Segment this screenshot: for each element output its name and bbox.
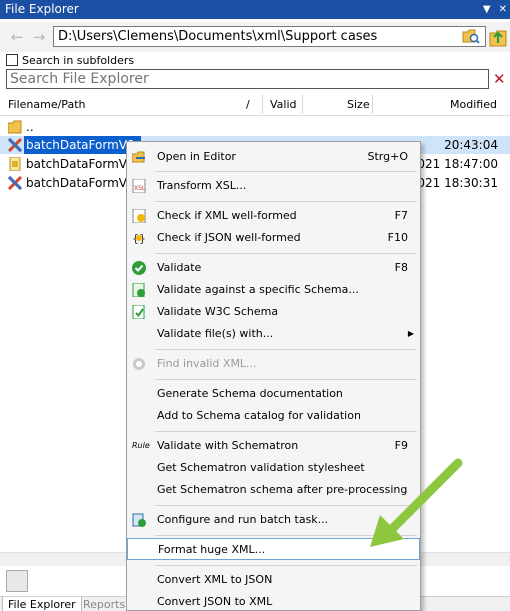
schematron-rule-icon: Rule bbox=[132, 441, 150, 450]
xml-file-icon bbox=[7, 137, 23, 153]
subfolder-checkbox[interactable] bbox=[6, 54, 18, 66]
xsd-file-icon bbox=[8, 156, 22, 172]
wellformed-icon bbox=[132, 208, 146, 224]
json-braces-icon: {} bbox=[132, 231, 146, 245]
path-input[interactable]: D:\Users\Clemens\Documents\xml\Support c… bbox=[53, 26, 486, 47]
menu-item-batch-task[interactable]: Configure and run batch task... bbox=[127, 509, 420, 531]
menu-item-validate-w3c[interactable]: Validate W3C Schema bbox=[127, 301, 420, 323]
col-filename[interactable]: Filename/Path bbox=[8, 98, 85, 111]
file-modified: 20:43:04 bbox=[444, 138, 498, 152]
subfolder-label: Search in subfolders bbox=[22, 53, 135, 67]
menu-item-check-json[interactable]: {} Check if JSON well-formed F10 bbox=[127, 227, 420, 249]
menu-item-validate[interactable]: Validate F8 bbox=[127, 257, 420, 279]
browse-folder-icon[interactable] bbox=[462, 28, 480, 44]
clear-search-icon[interactable]: ✕ bbox=[493, 71, 506, 87]
panel-title: File Explorer bbox=[5, 2, 79, 16]
tab-reports[interactable]: Reports bbox=[78, 597, 130, 611]
xml-file-icon bbox=[7, 175, 23, 191]
menu-item-check-xml[interactable]: Check if XML well-formed F7 bbox=[127, 205, 420, 227]
file-name: batchDataFormV8- bbox=[24, 136, 141, 154]
menu-item-xml-to-json[interactable]: Convert XML to JSON bbox=[127, 569, 420, 591]
svg-text:XSL: XSL bbox=[134, 185, 146, 192]
back-arrow-icon[interactable]: ← bbox=[8, 28, 26, 46]
find-invalid-icon bbox=[132, 357, 146, 371]
col-size[interactable]: Size bbox=[347, 98, 370, 111]
forward-arrow-icon[interactable]: → bbox=[30, 28, 48, 46]
submenu-arrow-icon: ▶ bbox=[407, 329, 414, 338]
file-name: batchDataFormV8- bbox=[26, 176, 139, 190]
path-toolbar: ← → D:\Users\Clemens\Documents\xml\Suppo… bbox=[0, 22, 510, 52]
open-folder-icon bbox=[131, 150, 146, 164]
file-name: .. bbox=[26, 120, 34, 134]
menu-item-add-schema-catalog[interactable]: Add to Schema catalog for validation bbox=[127, 405, 420, 427]
search-box[interactable] bbox=[6, 69, 489, 89]
menu-item-format-huge-xml[interactable]: Format huge XML... bbox=[127, 538, 420, 560]
col-modified[interactable]: Modified bbox=[450, 98, 497, 111]
menu-item-open-in-editor[interactable]: Open in Editor Strg+O bbox=[127, 146, 420, 168]
menu-item-schematron-preprocessed[interactable]: Get Schematron schema after pre-processi… bbox=[127, 479, 420, 501]
batch-task-icon bbox=[132, 513, 146, 527]
context-menu: Open in Editor Strg+O XSL Transform XSL.… bbox=[126, 141, 421, 611]
file-name: batchDataFormV8- bbox=[26, 157, 139, 171]
list-item[interactable]: .. bbox=[0, 118, 510, 136]
menu-item-validate-with[interactable]: Validate file(s) with... ▶ bbox=[127, 323, 420, 345]
close-icon[interactable]: ✕ bbox=[499, 0, 507, 19]
menu-item-validate-specific-schema[interactable]: Validate against a specific Schema... bbox=[127, 279, 420, 301]
path-toggle-icon[interactable]: / bbox=[246, 98, 250, 111]
search-input[interactable] bbox=[10, 70, 488, 88]
folder-icon bbox=[7, 120, 22, 134]
schema-check-icon bbox=[132, 282, 146, 298]
subfolder-option[interactable]: Search in subfolders bbox=[6, 52, 134, 68]
menu-item-transform-xsl[interactable]: XSL Transform XSL... bbox=[127, 175, 420, 197]
menu-item-generate-schema-doc[interactable]: Generate Schema documentation bbox=[127, 383, 420, 405]
menu-item-find-invalid: Find invalid XML... bbox=[127, 353, 420, 375]
column-header: Filename/Path / Valid Size Modified bbox=[0, 92, 510, 116]
validate-check-icon bbox=[132, 261, 146, 275]
menu-item-json-to-xml[interactable]: Convert JSON to XML bbox=[127, 591, 420, 611]
xsl-icon: XSL bbox=[132, 178, 146, 194]
panel-titlebar: File Explorer ▼ ✕ bbox=[0, 0, 510, 19]
status-indicator bbox=[6, 570, 28, 592]
dropdown-arrow-icon[interactable]: ▼ bbox=[483, 0, 491, 19]
w3c-check-icon bbox=[132, 304, 146, 320]
menu-item-validate-schematron[interactable]: Rule Validate with Schematron F9 bbox=[127, 435, 420, 457]
col-valid[interactable]: Valid bbox=[270, 98, 297, 111]
menu-item-schematron-stylesheet[interactable]: Get Schematron validation stylesheet bbox=[127, 457, 420, 479]
parent-folder-icon[interactable] bbox=[488, 26, 508, 48]
tab-file-explorer[interactable]: File Explorer bbox=[2, 597, 82, 611]
